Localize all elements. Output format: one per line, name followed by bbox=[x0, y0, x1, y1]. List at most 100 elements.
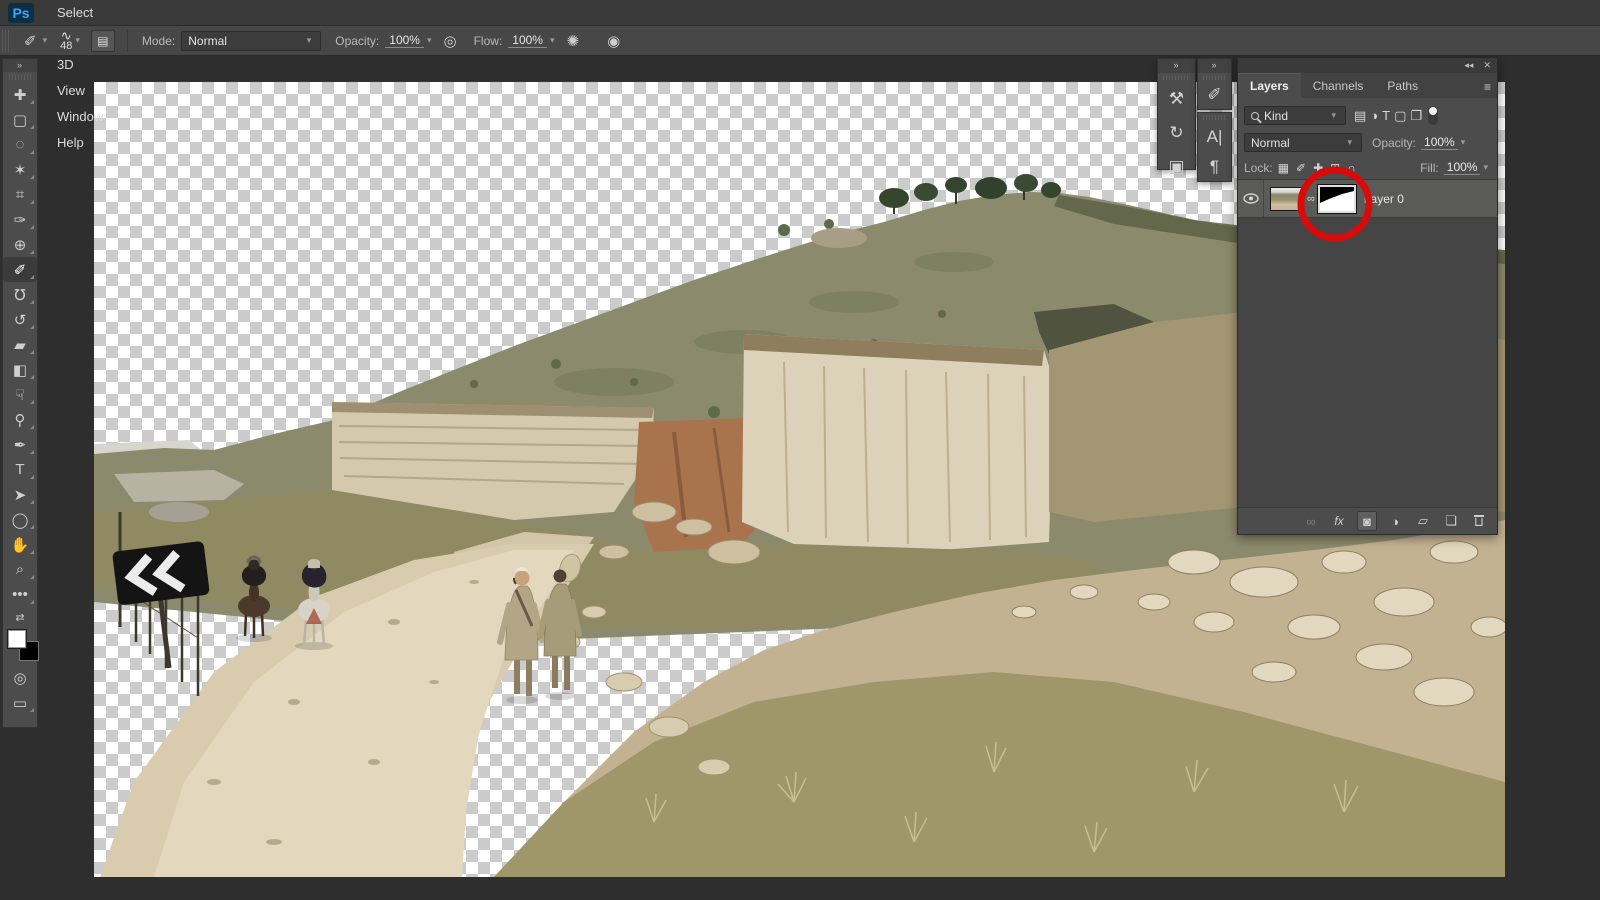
close-panel-button[interactable]: ✕ bbox=[1483, 60, 1491, 71]
filter-kind-select[interactable]: Kind ▾ bbox=[1244, 106, 1346, 125]
screen-mode-button[interactable]: ▭ bbox=[3, 690, 37, 715]
opacity-value[interactable]: 100% bbox=[385, 33, 424, 48]
quick-selection-tool[interactable]: ✶ bbox=[3, 157, 37, 182]
chevron-down-icon[interactable]: ▾ bbox=[1461, 137, 1466, 148]
panel-menu-icon[interactable]: ≡ bbox=[1484, 80, 1491, 94]
chevron-down-icon: ▾ bbox=[307, 35, 312, 46]
path-selection-tool[interactable]: ➤ bbox=[3, 482, 37, 507]
floating-panel-column-b-bottom: A|¶ bbox=[1197, 112, 1232, 182]
lock-all-icon[interactable]: ∩ bbox=[1347, 161, 1356, 175]
layer-visibility-toggle[interactable] bbox=[1238, 180, 1264, 217]
zoom-tool[interactable]: ⌕ bbox=[3, 557, 37, 582]
hand-tool[interactable]: ✋ bbox=[3, 532, 37, 557]
character-panel-icon[interactable]: A| bbox=[1198, 122, 1231, 152]
layer-name[interactable]: Layer 0 bbox=[1364, 192, 1404, 206]
layers-panel-bottom-bar: ∞ fx ◙ ◑ ▱ ❏ ⊔ bbox=[1238, 508, 1497, 534]
chevron-down-icon[interactable]: ▾ bbox=[75, 35, 80, 46]
collapse-panel-button[interactable]: ◂◂ bbox=[1464, 60, 1473, 71]
lock-artboard-icon[interactable]: ⊞ bbox=[1330, 161, 1340, 175]
filter-pixel-layers-icon[interactable]: ▤ bbox=[1354, 108, 1366, 124]
filter-toggle[interactable] bbox=[1428, 106, 1438, 125]
tool-presets-panel-icon[interactable]: ⚒ bbox=[1158, 82, 1195, 116]
toolbar-expand-button[interactable]: » bbox=[3, 59, 37, 72]
new-layer-button[interactable]: ❏ bbox=[1441, 511, 1461, 531]
brush-preset-picker[interactable]: ∿ 48 bbox=[60, 31, 72, 51]
lock-position-icon[interactable]: ✚ bbox=[1313, 161, 1323, 175]
history-brush-tool[interactable]: ↺ bbox=[3, 307, 37, 332]
3d-panel-icon[interactable]: ▣ bbox=[1158, 150, 1195, 184]
chevron-down-icon[interactable]: ▾ bbox=[550, 35, 555, 46]
lock-pixels-icon[interactable]: ✐ bbox=[1296, 161, 1306, 175]
healing-brush-tool[interactable]: ⊕ bbox=[3, 232, 37, 257]
delete-layer-button[interactable]: ⊔ bbox=[1469, 511, 1489, 531]
floating-panel-column-b-top: » ✐ bbox=[1197, 58, 1232, 110]
layer-thumbnail[interactable] bbox=[1270, 187, 1304, 211]
brush-settings-panel-icon[interactable]: ✐ bbox=[1198, 82, 1231, 108]
quick-mask-button[interactable]: ◎ bbox=[3, 665, 37, 690]
layer-style-button[interactable]: fx bbox=[1329, 511, 1349, 531]
layer-blend-mode-select[interactable]: Normal ▾ bbox=[1244, 133, 1362, 152]
type-tool[interactable]: T bbox=[3, 457, 37, 482]
layer-row-layer0[interactable]: ∞ Layer 0 bbox=[1238, 180, 1497, 218]
pressure-opacity-icon[interactable]: ◎ bbox=[441, 32, 460, 50]
eyedropper-tool[interactable]: ✑ bbox=[3, 207, 37, 232]
layer-opacity-value[interactable]: 100% bbox=[1421, 135, 1458, 150]
menu-window[interactable]: Window bbox=[44, 104, 116, 130]
menu-select[interactable]: Select bbox=[44, 0, 116, 26]
filter-shape-layers-icon[interactable]: ▢ bbox=[1394, 108, 1406, 124]
pressure-size-icon[interactable]: ◉ bbox=[604, 32, 623, 50]
menu-view[interactable]: View bbox=[44, 78, 116, 104]
lasso-tool[interactable]: ◌ bbox=[3, 132, 37, 157]
chevron-down-icon: ▾ bbox=[43, 35, 48, 46]
tab-layers[interactable]: Layers bbox=[1238, 73, 1301, 98]
link-layers-button[interactable]: ∞ bbox=[1301, 511, 1321, 531]
filter-adjustment-layers-icon[interactable]: ◑ bbox=[1370, 108, 1378, 123]
panel-titlebar: ◂◂ ✕ bbox=[1238, 58, 1497, 73]
color-swatches bbox=[7, 629, 41, 663]
pen-tool[interactable]: ✒ bbox=[3, 432, 37, 457]
adjustment-layer-button[interactable]: ◑ bbox=[1385, 511, 1405, 531]
add-layer-mask-button[interactable]: ◙ bbox=[1357, 511, 1377, 531]
mask-link-icon[interactable]: ∞ bbox=[1307, 193, 1315, 205]
chevron-down-icon[interactable]: ▾ bbox=[1483, 162, 1488, 173]
tab-paths[interactable]: Paths bbox=[1375, 74, 1430, 98]
options-bar: ✐ ▾ ∿ 48 ▾ ▤ Mode: Normal ▾ Opacity: 100… bbox=[0, 26, 1600, 56]
ellipse-tool[interactable]: ◯ bbox=[3, 507, 37, 532]
edit-toolbar[interactable]: ••• bbox=[3, 582, 37, 607]
dodge-tool[interactable]: ⚲ bbox=[3, 407, 37, 432]
brush-tool[interactable]: ✐ bbox=[3, 257, 37, 282]
move-tool[interactable]: ✚ bbox=[3, 82, 37, 107]
paragraph-panel-icon[interactable]: ¶ bbox=[1198, 152, 1231, 182]
chevron-down-icon: ▾ bbox=[1347, 137, 1352, 148]
filter-smart-objects-icon[interactable]: ❐ bbox=[1410, 108, 1422, 124]
expand-panel-button[interactable]: » bbox=[1158, 59, 1195, 73]
swap-colors-button[interactable]: ⇄ bbox=[3, 607, 37, 627]
tool-preset-picker[interactable]: ✐ ▾ bbox=[21, 32, 50, 50]
blend-mode-select[interactable]: Normal ▾ bbox=[181, 31, 321, 51]
toggle-brush-panel-button[interactable]: ▤ bbox=[91, 30, 115, 52]
history-panel-icon[interactable]: ↻ bbox=[1158, 116, 1195, 150]
eraser-tool[interactable]: ▰ bbox=[3, 332, 37, 357]
clone-stamp-tool[interactable]: ℧ bbox=[3, 282, 37, 307]
fill-value[interactable]: 100% bbox=[1444, 160, 1481, 175]
smudge-tool[interactable]: ☟ bbox=[3, 382, 37, 407]
layers-panel: ◂◂ ✕ LayersChannelsPaths ≡ Kind ▾ ▤◑T▢❐ … bbox=[1237, 57, 1498, 535]
gradient-tool[interactable]: ◧ bbox=[3, 357, 37, 382]
foreground-color-swatch[interactable] bbox=[7, 629, 27, 649]
flow-value[interactable]: 100% bbox=[508, 33, 547, 48]
chevron-down-icon[interactable]: ▾ bbox=[427, 35, 432, 46]
airbrush-icon[interactable]: ✺ bbox=[564, 32, 583, 50]
layer-mask-thumbnail[interactable] bbox=[1318, 185, 1356, 213]
lock-transparency-icon[interactable]: ▦ bbox=[1278, 161, 1289, 175]
new-group-button[interactable]: ▱ bbox=[1413, 511, 1433, 531]
layer-blend-mode-value: Normal bbox=[1251, 136, 1290, 150]
marquee-tool[interactable]: ▢ bbox=[3, 107, 37, 132]
blend-mode-value: Normal bbox=[188, 34, 227, 48]
filter-row: Kind ▾ ▤ ◑ T ▢❐ bbox=[1238, 102, 1497, 129]
brush-panel-icon: ▤ bbox=[97, 34, 108, 48]
tab-channels[interactable]: Channels bbox=[1301, 74, 1376, 98]
menu-help[interactable]: Help bbox=[44, 130, 116, 156]
filter-type-layers-icon[interactable]: T bbox=[1382, 108, 1390, 123]
expand-panel-button[interactable]: » bbox=[1198, 59, 1231, 73]
crop-tool[interactable]: ⌗ bbox=[3, 182, 37, 207]
